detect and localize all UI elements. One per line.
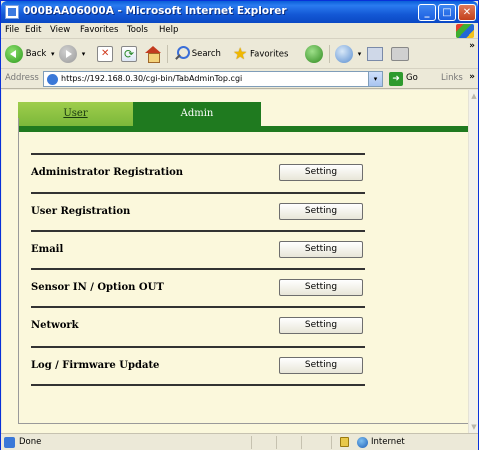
stop-icon <box>97 43 113 65</box>
history-icon <box>335 44 353 63</box>
row-label-administrator-registration: Administrator Registration <box>31 167 184 178</box>
title-bar[interactable]: 000BAA06000A - Microsoft Internet Explor… <box>1 1 478 23</box>
refresh-icon <box>121 43 137 65</box>
print-icon <box>391 46 409 61</box>
back-arrow-icon <box>5 44 23 63</box>
scroll-up-icon[interactable]: ▲ <box>469 90 479 102</box>
page-content: User Admin Administrator Registration Se… <box>2 90 468 433</box>
menu-edit[interactable]: Edit <box>25 25 41 35</box>
toolbar-more-icon[interactable]: » <box>469 41 475 51</box>
search-button[interactable]: Search <box>173 43 221 65</box>
menu-tools[interactable]: Tools <box>127 25 148 35</box>
stop-button[interactable] <box>97 43 113 65</box>
row-divider <box>31 268 365 270</box>
mail-button[interactable] <box>367 43 383 65</box>
row-divider <box>31 346 365 348</box>
address-bar: Address https://192.168.0.30/cgi-bin/Tab… <box>1 69 478 89</box>
row-label-user-registration: User Registration <box>31 206 131 217</box>
menu-file[interactable]: File <box>5 25 19 35</box>
favorites-star-icon: ★ <box>233 44 248 63</box>
menu-view[interactable]: View <box>50 25 70 35</box>
row-divider <box>31 306 365 308</box>
print-button[interactable] <box>391 43 409 65</box>
toolbar-separator <box>329 45 330 63</box>
administrator-registration-setting-button[interactable]: Setting <box>279 164 363 181</box>
page-favicon-icon <box>47 74 58 85</box>
status-divider <box>276 436 277 449</box>
home-button[interactable] <box>144 43 162 65</box>
address-input[interactable]: https://192.168.0.30/cgi-bin/TabAdminTop… <box>43 71 383 87</box>
status-divider <box>301 436 302 449</box>
menu-bar: File Edit View Favorites Tools Help <box>1 23 478 39</box>
network-setting-button[interactable]: Setting <box>279 317 363 334</box>
row-label-log-firmware-update: Log / Firmware Update <box>31 360 160 371</box>
forward-button[interactable]: ▾ <box>59 43 85 65</box>
browser-window: 000BAA06000A - Microsoft Internet Explor… <box>0 0 479 450</box>
favorites-label: Favorites <box>250 49 289 60</box>
windows-logo-icon <box>456 24 474 38</box>
mail-icon <box>367 46 383 61</box>
status-text: Done <box>19 437 42 447</box>
menu-help[interactable]: Help <box>159 25 178 35</box>
sensor-in-option-out-setting-button[interactable]: Setting <box>279 279 363 296</box>
toolbar: Back ▾ ▾ Search ★ Favorites <box>1 39 478 69</box>
address-dropdown-icon[interactable]: ▾ <box>368 72 382 86</box>
media-icon <box>305 44 323 63</box>
search-label: Search <box>191 49 221 59</box>
email-setting-button[interactable]: Setting <box>279 241 363 258</box>
links-more-icon[interactable]: » <box>469 72 475 82</box>
media-button[interactable] <box>305 43 323 65</box>
row-divider <box>31 192 365 194</box>
back-label: Back <box>25 49 47 59</box>
forward-dropdown-icon[interactable]: ▾ <box>82 50 86 58</box>
home-icon <box>144 45 162 63</box>
internet-zone-icon <box>357 437 368 448</box>
row-divider <box>31 230 365 232</box>
scroll-down-icon[interactable]: ▼ <box>469 421 479 433</box>
refresh-button[interactable] <box>121 43 137 65</box>
favorites-button[interactable]: ★ Favorites <box>233 43 288 65</box>
address-url: https://192.168.0.30/cgi-bin/TabAdminTop… <box>61 74 243 83</box>
row-label-email: Email <box>31 244 64 255</box>
status-bar: Done Internet <box>1 433 478 450</box>
menu-favorites[interactable]: Favorites <box>80 25 118 35</box>
address-label: Address <box>5 73 39 83</box>
forward-arrow-icon <box>59 44 77 63</box>
status-divider <box>331 436 332 449</box>
row-divider <box>31 153 365 155</box>
vertical-scrollbar[interactable]: ▲ ▼ <box>468 90 478 433</box>
back-button[interactable]: Back ▾ <box>5 43 55 65</box>
user-registration-setting-button[interactable]: Setting <box>279 203 363 220</box>
toolbar-separator <box>167 45 168 63</box>
close-button[interactable]: ✕ <box>458 4 476 21</box>
links-button[interactable]: Links <box>441 73 463 83</box>
maximize-button[interactable]: □ <box>438 4 456 21</box>
window-title: 000BAA06000A - Microsoft Internet Explor… <box>23 5 287 17</box>
admin-panel <box>18 118 468 424</box>
ie-page-icon <box>5 5 19 19</box>
page-status-icon <box>4 437 15 448</box>
go-button[interactable]: Go <box>406 73 418 83</box>
history-dropdown-icon[interactable]: ▾ <box>358 50 362 58</box>
row-divider <box>31 384 365 386</box>
row-label-sensor-in-option-out: Sensor IN / Option OUT <box>31 282 164 293</box>
row-label-network: Network <box>31 320 79 331</box>
log-firmware-update-setting-button[interactable]: Setting <box>279 357 363 374</box>
back-dropdown-icon[interactable]: ▾ <box>51 50 55 58</box>
history-button[interactable]: ▾ <box>335 43 361 65</box>
security-zone-label: Internet <box>371 437 405 447</box>
lock-icon <box>340 437 349 447</box>
minimize-button[interactable]: _ <box>418 4 436 21</box>
status-divider <box>251 436 252 449</box>
search-icon <box>173 45 190 62</box>
go-arrow-icon[interactable]: ➜ <box>389 72 403 86</box>
